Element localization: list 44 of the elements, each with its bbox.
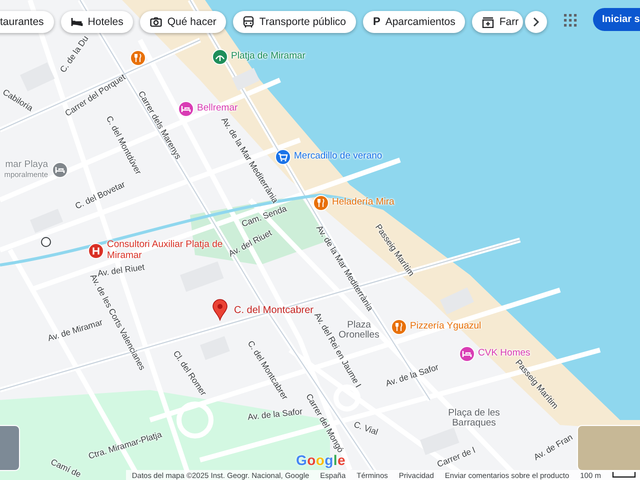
sign-in-button[interactable]: Iniciar s xyxy=(593,8,640,31)
hospital-marker-icon[interactable] xyxy=(88,243,104,259)
building xyxy=(232,68,260,91)
roundabout xyxy=(334,384,360,412)
area-label: Plaza Oronelles xyxy=(338,320,380,341)
category-chip[interactable]: Hoteles xyxy=(60,11,134,33)
hotel-marker-icon[interactable] xyxy=(459,346,475,362)
street-label: Cam. Senda xyxy=(240,203,288,229)
restaurant-marker-icon[interactable] xyxy=(130,50,146,66)
apps-grid-icon[interactable] xyxy=(563,13,577,27)
pharmacy-icon xyxy=(482,16,494,28)
street-label: Av. de la Safor xyxy=(247,406,303,422)
selected-place-label[interactable]: C. del Montcabrer xyxy=(234,305,314,316)
category-chip[interactable]: Qué hacer xyxy=(140,11,226,33)
street-label: Av. del Riuet xyxy=(226,227,274,259)
street-label: C. de la Du xyxy=(58,34,90,74)
street-label: C. Vial xyxy=(352,419,380,437)
scale-bar-icon xyxy=(612,472,636,478)
category-chip[interactable]: P Aparcamientos xyxy=(363,11,466,33)
street-label: Av. de Miramar xyxy=(46,316,104,344)
chevron-right-icon xyxy=(532,17,540,27)
area-label: Plaça de les Barraques xyxy=(448,408,500,430)
beach-marker-icon[interactable] xyxy=(212,49,228,65)
restaurant-marker-icon[interactable] xyxy=(391,319,407,335)
shop-marker-icon[interactable] xyxy=(275,149,291,165)
street-label: Camí de xyxy=(49,456,83,480)
place-label[interactable]: Consultori Auxiliar Platja de Miramar xyxy=(107,240,227,262)
hotel-marker-icon[interactable] xyxy=(52,162,68,178)
google-logo: Google xyxy=(296,452,346,468)
street-label: Carrer de l xyxy=(436,444,476,470)
category-chip[interactable]: Transporte público xyxy=(233,11,356,33)
bus-icon xyxy=(243,16,254,28)
street-label: Av. del Riuet xyxy=(96,262,146,278)
restaurant-marker-icon[interactable] xyxy=(313,195,329,211)
location-pin-icon[interactable] xyxy=(212,299,228,321)
street-label: Av. de Fran xyxy=(532,432,574,462)
place-label[interactable]: Bellremar xyxy=(197,104,238,114)
hotel-marker-icon[interactable] xyxy=(178,101,194,117)
street-label: Av. de la Safor xyxy=(384,362,440,388)
camera-icon xyxy=(150,17,162,27)
bed-icon xyxy=(70,17,83,27)
category-chip[interactable]: Farr xyxy=(472,11,523,33)
photo-placeholder[interactable] xyxy=(0,425,20,471)
category-chip[interactable]: taurantes xyxy=(0,11,54,33)
